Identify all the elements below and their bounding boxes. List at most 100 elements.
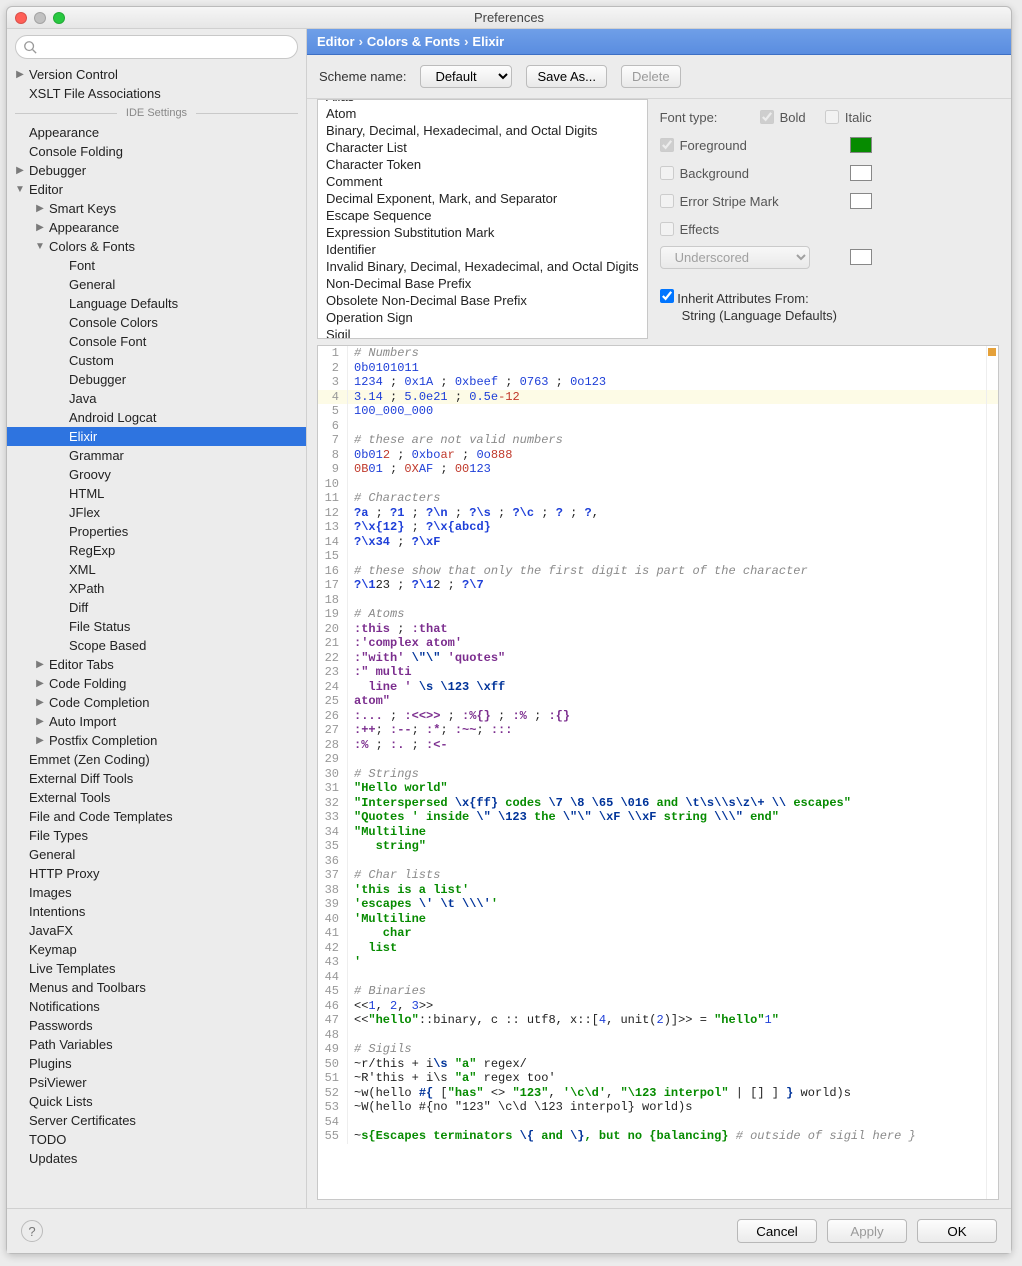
attribute-item[interactable]: Expression Substitution Mark: [318, 224, 647, 241]
tree-item[interactable]: ▶Editor Tabs: [7, 655, 306, 674]
background-checkbox[interactable]: [660, 166, 674, 180]
tree-item[interactable]: ▼Editor: [7, 180, 306, 199]
chevron-right-icon[interactable]: ▶: [33, 203, 47, 214]
crumb-colors[interactable]: Colors & Fonts: [367, 34, 460, 49]
tree-item[interactable]: File Types: [7, 826, 306, 845]
settings-tree[interactable]: ▶Version ControlXSLT File AssociationsID…: [7, 63, 306, 1208]
tree-item[interactable]: Live Templates: [7, 959, 306, 978]
tree-item[interactable]: JFlex: [7, 503, 306, 522]
tree-item[interactable]: Quick Lists: [7, 1092, 306, 1111]
tree-item[interactable]: Intentions: [7, 902, 306, 921]
attribute-item[interactable]: Escape Sequence: [318, 207, 647, 224]
tree-item[interactable]: Images: [7, 883, 306, 902]
tree-item[interactable]: PsiViewer: [7, 1073, 306, 1092]
errorstripe-color-swatch[interactable]: [850, 193, 872, 209]
effects-color-swatch[interactable]: [850, 249, 872, 265]
chevron-down-icon[interactable]: ▼: [13, 184, 27, 195]
chevron-down-icon[interactable]: ▼: [33, 241, 47, 252]
crumb-editor[interactable]: Editor: [317, 34, 355, 49]
chevron-right-icon[interactable]: ▶: [33, 716, 47, 727]
italic-checkbox[interactable]: [825, 110, 839, 124]
save-as-button[interactable]: Save As...: [526, 65, 607, 88]
attribute-item[interactable]: Binary, Decimal, Hexadecimal, and Octal …: [318, 122, 647, 139]
tree-item[interactable]: Properties: [7, 522, 306, 541]
tree-item[interactable]: Server Certificates: [7, 1111, 306, 1130]
chevron-right-icon[interactable]: ▶: [33, 697, 47, 708]
background-color-swatch[interactable]: [850, 165, 872, 181]
ok-button[interactable]: OK: [917, 1219, 997, 1243]
tree-item[interactable]: Grammar: [7, 446, 306, 465]
tree-item[interactable]: Android Logcat: [7, 408, 306, 427]
tree-item[interactable]: JavaFX: [7, 921, 306, 940]
tree-item[interactable]: File and Code Templates: [7, 807, 306, 826]
tree-item[interactable]: Appearance: [7, 123, 306, 142]
close-icon[interactable]: [15, 12, 27, 24]
inherit-checkbox[interactable]: [660, 289, 674, 303]
tree-item[interactable]: Menus and Toolbars: [7, 978, 306, 997]
tree-item[interactable]: Java: [7, 389, 306, 408]
attribute-item[interactable]: Invalid Binary, Decimal, Hexadecimal, an…: [318, 258, 647, 275]
tree-item[interactable]: Path Variables: [7, 1035, 306, 1054]
attribute-item[interactable]: Comment: [318, 173, 647, 190]
foreground-checkbox[interactable]: [660, 138, 674, 152]
chevron-right-icon[interactable]: ▶: [13, 165, 27, 176]
tree-item[interactable]: File Status: [7, 617, 306, 636]
tree-item[interactable]: ▶Smart Keys: [7, 199, 306, 218]
tree-item[interactable]: ▶Code Folding: [7, 674, 306, 693]
tree-item[interactable]: Console Colors: [7, 313, 306, 332]
inherit-value[interactable]: String (Language Defaults): [682, 308, 872, 323]
tree-item[interactable]: Console Font: [7, 332, 306, 351]
tree-item[interactable]: HTTP Proxy: [7, 864, 306, 883]
chevron-right-icon[interactable]: ▶: [33, 678, 47, 689]
apply-button[interactable]: Apply: [827, 1219, 907, 1243]
tree-item[interactable]: ▶Debugger: [7, 161, 306, 180]
tree-item[interactable]: ▶Postfix Completion: [7, 731, 306, 750]
tree-item[interactable]: ▶Appearance: [7, 218, 306, 237]
attribute-list[interactable]: AliasAtomBinary, Decimal, Hexadecimal, a…: [317, 99, 648, 339]
tree-item[interactable]: Elixir: [7, 427, 306, 446]
tree-item[interactable]: Diff: [7, 598, 306, 617]
tree-item[interactable]: Custom: [7, 351, 306, 370]
tree-item[interactable]: General: [7, 275, 306, 294]
tree-item[interactable]: Font: [7, 256, 306, 275]
chevron-right-icon[interactable]: ▶: [33, 735, 47, 746]
bold-checkbox[interactable]: [760, 110, 774, 124]
tree-item[interactable]: HTML: [7, 484, 306, 503]
cancel-button[interactable]: Cancel: [737, 1219, 817, 1243]
tree-item[interactable]: Scope Based: [7, 636, 306, 655]
tree-item[interactable]: Console Folding: [7, 142, 306, 161]
crumb-elixir[interactable]: Elixir: [472, 34, 504, 49]
attribute-item[interactable]: Character List: [318, 139, 647, 156]
attribute-item[interactable]: Non-Decimal Base Prefix: [318, 275, 647, 292]
tree-item[interactable]: General: [7, 845, 306, 864]
tree-item[interactable]: Updates: [7, 1149, 306, 1168]
tree-item[interactable]: ▶Code Completion: [7, 693, 306, 712]
attribute-item[interactable]: Decimal Exponent, Mark, and Separator: [318, 190, 647, 207]
scheme-select[interactable]: Default: [420, 65, 512, 88]
tree-item[interactable]: Language Defaults: [7, 294, 306, 313]
tree-item[interactable]: Passwords: [7, 1016, 306, 1035]
tree-item[interactable]: Debugger: [7, 370, 306, 389]
tree-item[interactable]: Groovy: [7, 465, 306, 484]
attribute-item[interactable]: Identifier: [318, 241, 647, 258]
chevron-right-icon[interactable]: ▶: [13, 69, 27, 80]
attribute-item[interactable]: Atom: [318, 105, 647, 122]
help-button[interactable]: ?: [21, 1220, 43, 1242]
minimize-icon[interactable]: [34, 12, 46, 24]
preview-editor[interactable]: 1# Numbers20b010101131234 ; 0x1A ; 0xbee…: [317, 345, 999, 1200]
tree-item[interactable]: RegExp: [7, 541, 306, 560]
tree-item[interactable]: XPath: [7, 579, 306, 598]
tree-item[interactable]: Plugins: [7, 1054, 306, 1073]
effects-checkbox[interactable]: [660, 222, 674, 236]
attribute-item[interactable]: Obsolete Non-Decimal Base Prefix: [318, 292, 647, 309]
tree-item[interactable]: Emmet (Zen Coding): [7, 750, 306, 769]
attribute-item[interactable]: Operation Sign: [318, 309, 647, 326]
tree-item[interactable]: Notifications: [7, 997, 306, 1016]
attribute-item[interactable]: Character Token: [318, 156, 647, 173]
tree-item[interactable]: TODO: [7, 1130, 306, 1149]
chevron-right-icon[interactable]: ▶: [33, 659, 47, 670]
delete-button[interactable]: Delete: [621, 65, 681, 88]
tree-item[interactable]: XML: [7, 560, 306, 579]
attribute-item[interactable]: Sigil: [318, 326, 647, 339]
chevron-right-icon[interactable]: ▶: [33, 222, 47, 233]
